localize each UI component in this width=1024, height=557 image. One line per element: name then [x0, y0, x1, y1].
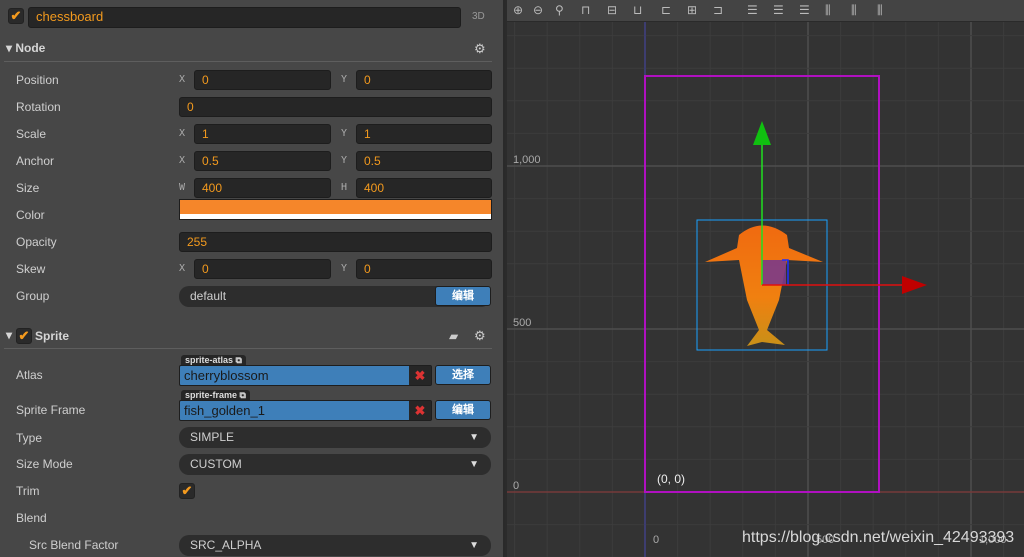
group-label: Group: [16, 289, 50, 303]
trim-label: Trim: [16, 484, 40, 498]
collapse-icon: ▾: [6, 41, 16, 55]
color-label: Color: [16, 208, 45, 222]
divider: [4, 348, 492, 349]
src-blend-select[interactable]: SRC_ALPHA ▼: [179, 535, 491, 556]
opacity-label: Opacity: [16, 235, 57, 249]
anchor-handle: [762, 260, 786, 285]
src-blend-label: Src Blend Factor: [29, 538, 119, 552]
axis-label: Y: [341, 128, 348, 139]
external-link-icon: ⧉: [235, 355, 242, 365]
origin-label: (0, 0): [657, 472, 685, 486]
position-x-input[interactable]: 0: [194, 70, 331, 90]
opacity-input[interactable]: 255: [179, 232, 492, 252]
skew-y-input[interactable]: 0: [356, 259, 492, 279]
divider: [4, 61, 492, 62]
atlas-select-button[interactable]: 选择: [435, 365, 491, 385]
node-active-checkbox[interactable]: ✔: [8, 8, 24, 24]
axis-label: X: [179, 128, 186, 139]
dropdown-arrow-icon: ▼: [469, 432, 479, 443]
x-gizmo-arrow: [902, 276, 927, 294]
sprite-title: Sprite: [35, 329, 70, 343]
atlas-label: Atlas: [16, 368, 43, 382]
watermark: https://blog.csdn.net/weixin_42493393: [742, 529, 1015, 546]
position-y-input[interactable]: 0: [356, 70, 492, 90]
axis-label: W: [179, 182, 186, 193]
clear-icon[interactable]: ✖: [409, 401, 431, 420]
axis-label: Y: [341, 263, 348, 274]
size-w-input[interactable]: 400: [194, 178, 331, 198]
dropdown-arrow-icon: ▼: [469, 459, 479, 470]
y-axis-label: 1,000: [513, 154, 541, 166]
gear-icon[interactable]: ⚙: [474, 41, 486, 57]
axis-label: Y: [341, 74, 348, 85]
trim-checkbox[interactable]: ✔: [179, 483, 195, 499]
position-label: Position: [16, 73, 59, 87]
sprite-frame-tag[interactable]: sprite-frame ⧉: [181, 390, 250, 400]
sprite-section-header[interactable]: ▾: [6, 328, 12, 342]
collapse-icon: ▾: [6, 328, 13, 342]
sprite-enabled-checkbox[interactable]: ✔: [16, 328, 32, 344]
axis-label: X: [179, 263, 186, 274]
scene-view[interactable]: ⊕ ⊖ ⚲ ⊓ ⊟ ⊔ ⊏ ⊞ ⊐ ☰ ☰ ☰ ⫼ ⫼ ⫼ 1,000 500 0 0…: [507, 0, 1024, 557]
sprite-frame-label: Sprite Frame: [16, 403, 86, 417]
group-edit-button[interactable]: 编辑: [435, 286, 491, 306]
rotation-input[interactable]: 0: [179, 97, 492, 117]
axis-label: X: [179, 155, 186, 166]
sprite-atlas-tag[interactable]: sprite-atlas ⧉: [181, 355, 246, 365]
node-section-header[interactable]: ▾ Node: [6, 41, 45, 55]
anchor-x-input[interactable]: 0.5: [194, 151, 331, 171]
skew-label: Skew: [16, 262, 46, 276]
size-mode-select[interactable]: CUSTOM ▼: [179, 454, 491, 475]
node-name-input[interactable]: chessboard: [28, 7, 461, 28]
external-link-icon: ⧉: [239, 390, 246, 400]
anchor-label: Anchor: [16, 154, 55, 168]
sprite-frame-edit-button[interactable]: 编辑: [435, 400, 491, 420]
size-mode-label: Size Mode: [16, 457, 73, 471]
3d-toggle[interactable]: 3D: [472, 11, 485, 22]
book-icon[interactable]: ▰: [449, 329, 458, 343]
scale-label: Scale: [16, 127, 47, 141]
sprite-frame-field[interactable]: fish_golden_1 ✖: [179, 400, 432, 421]
axis-label: Y: [341, 155, 348, 166]
type-select[interactable]: SIMPLE ▼: [179, 427, 491, 448]
size-label: Size: [16, 181, 40, 195]
clear-icon[interactable]: ✖: [409, 366, 431, 385]
axis-label: H: [341, 182, 348, 193]
y-axis-label: 0: [513, 480, 519, 492]
atlas-field[interactable]: cherryblossom ✖: [179, 365, 432, 386]
blend-label: Blend: [16, 511, 47, 525]
axis-label: X: [179, 74, 186, 85]
scene-canvas[interactable]: 1,00050000 500 1,000(0, 0): [507, 0, 1024, 557]
scale-y-input[interactable]: 1: [356, 124, 492, 144]
type-label: Type: [16, 431, 43, 445]
y-axis-label: 500: [513, 317, 531, 329]
anchor-y-input[interactable]: 0.5: [356, 151, 492, 171]
x-axis-label: 0: [653, 534, 659, 546]
color-picker[interactable]: [179, 199, 492, 220]
dropdown-arrow-icon: ▼: [469, 540, 479, 551]
size-h-input[interactable]: 400: [356, 178, 492, 198]
scale-x-input[interactable]: 1: [194, 124, 331, 144]
skew-x-input[interactable]: 0: [194, 259, 331, 279]
rotation-label: Rotation: [16, 100, 61, 114]
inspector-panel: ✔ chessboard 3D ▾ Node ⚙ Position X 0 Y 0…: [0, 0, 505, 557]
gear-icon[interactable]: ⚙: [474, 328, 486, 344]
